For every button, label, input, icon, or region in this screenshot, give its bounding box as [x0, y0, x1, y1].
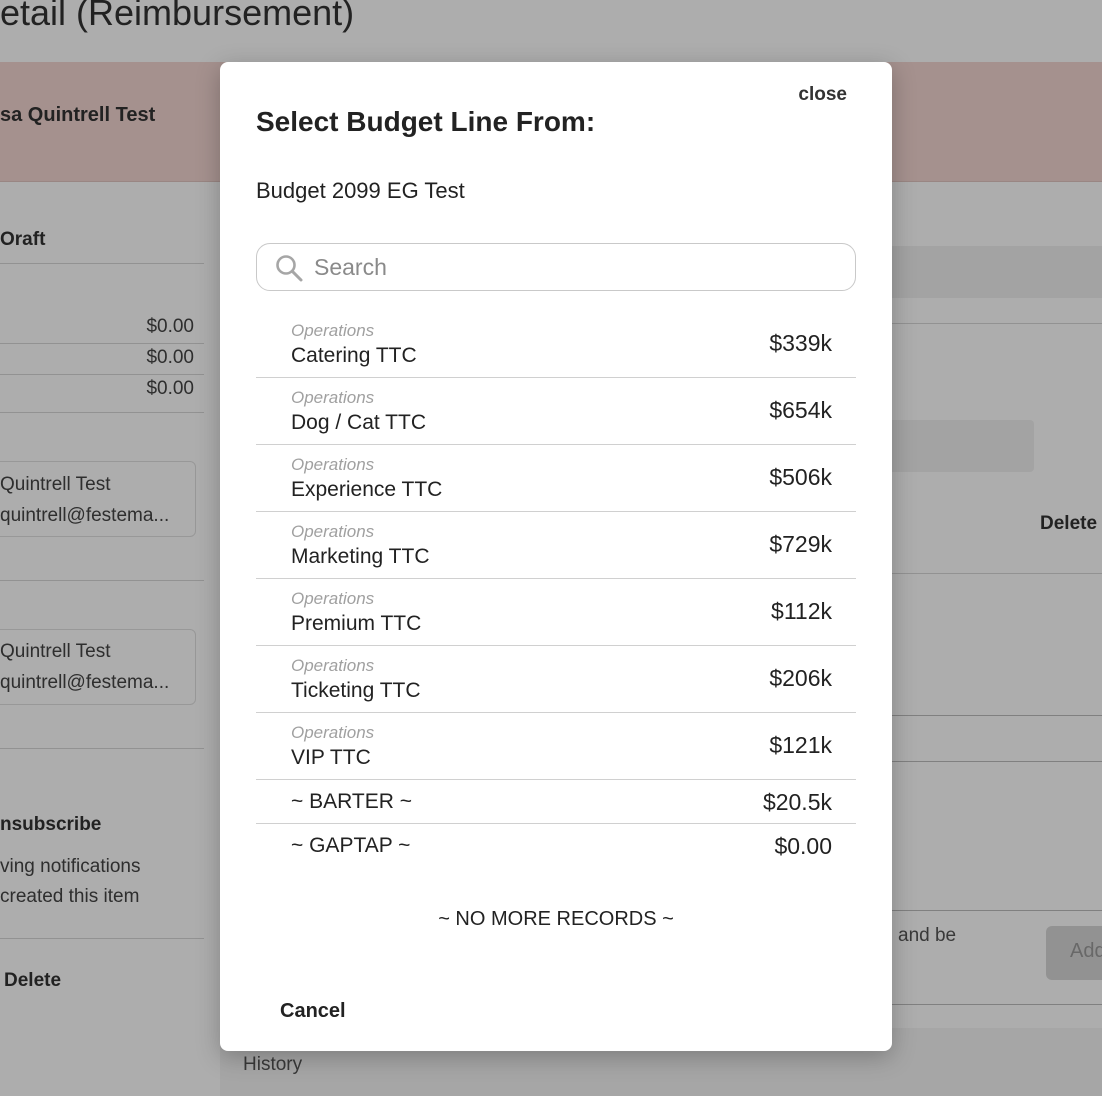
budget-line-row[interactable]: ~ BARTER ~ $20.5k — [256, 780, 856, 824]
budget-line-row[interactable]: ~ GAPTAP ~ $0.00 — [256, 824, 856, 868]
budget-line-amount: $654k — [769, 397, 832, 423]
budget-line-category: Operations — [291, 388, 375, 407]
budget-line-row[interactable]: Operations Catering TTC $339k — [256, 311, 856, 378]
budget-line-row[interactable]: Operations Experience TTC $506k — [256, 445, 856, 512]
budget-line-name: Marketing TTC — [291, 545, 430, 568]
budget-line-row[interactable]: Operations Premium TTC $112k — [256, 579, 856, 646]
budget-line-amount: $206k — [769, 665, 832, 691]
budget-line-amount: $112k — [771, 598, 832, 624]
budget-line-amount: $506k — [769, 464, 832, 490]
search-box[interactable] — [256, 243, 856, 291]
budget-line-category: Operations — [291, 522, 375, 541]
budget-line-row[interactable]: Operations Dog / Cat TTC $654k — [256, 378, 856, 445]
budget-line-name: ~ GAPTAP ~ — [291, 834, 411, 857]
budget-line-row[interactable]: Operations Ticketing TTC $206k — [256, 646, 856, 713]
budget-line-name: Ticketing TTC — [291, 679, 421, 702]
budget-line-row[interactable]: Operations VIP TTC $121k — [256, 713, 856, 780]
budget-line-list: Operations Catering TTC $339k Operations… — [256, 311, 856, 868]
budget-line-category: Operations — [291, 589, 375, 608]
select-budget-line-modal: close Select Budget Line From: Budget 20… — [220, 62, 892, 1051]
budget-line-name: Experience TTC — [291, 478, 443, 501]
budget-line-name: Premium TTC — [291, 612, 422, 635]
budget-line-amount: $339k — [769, 330, 832, 356]
budget-name: Budget 2099 EG Test — [256, 178, 465, 203]
modal-title: Select Budget Line From: — [256, 106, 596, 137]
close-button[interactable]: close — [798, 84, 847, 106]
budget-line-amount: $121k — [769, 732, 832, 758]
cancel-button[interactable]: Cancel — [280, 1000, 346, 1023]
budget-line-row[interactable]: Operations Marketing TTC $729k — [256, 512, 856, 579]
budget-line-amount: $729k — [769, 531, 832, 557]
budget-line-category: Operations — [291, 455, 375, 474]
budget-line-category: Operations — [291, 723, 375, 742]
budget-line-category: Operations — [291, 321, 375, 340]
budget-line-name: Dog / Cat TTC — [291, 411, 426, 434]
budget-line-name: ~ BARTER ~ — [291, 790, 412, 813]
search-icon — [276, 255, 303, 282]
budget-line-name: VIP TTC — [291, 746, 371, 769]
no-more-records-label: ~ NO MORE RECORDS ~ — [438, 908, 674, 930]
budget-line-name: Catering TTC — [291, 344, 417, 367]
budget-line-category: Operations — [291, 656, 375, 675]
budget-line-amount: $20.5k — [762, 789, 832, 815]
search-input[interactable] — [314, 252, 834, 282]
budget-line-amount: $0.00 — [774, 833, 832, 859]
